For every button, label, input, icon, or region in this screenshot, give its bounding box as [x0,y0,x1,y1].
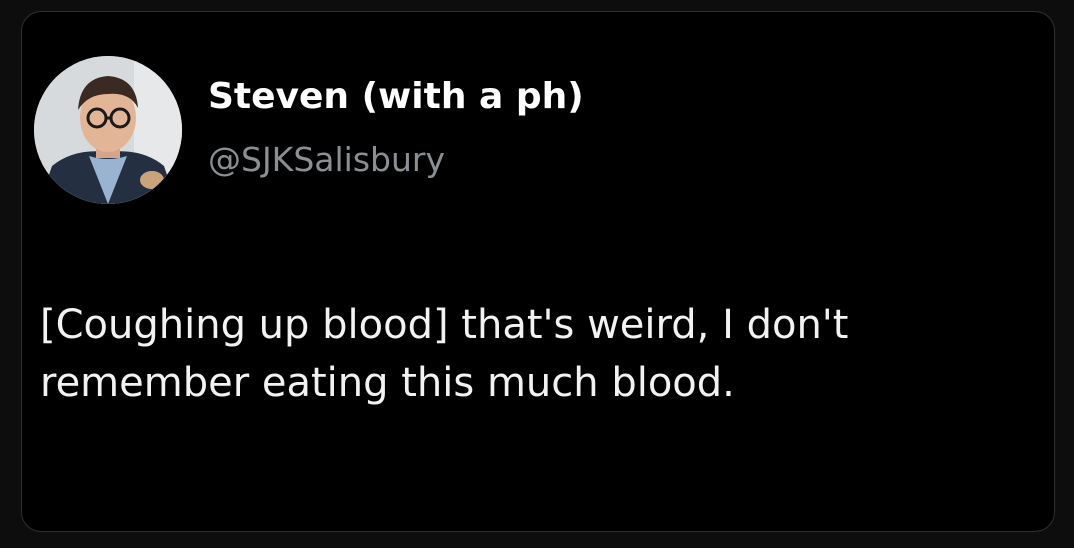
profile-photo-icon [34,56,182,204]
tweet-text-line: remember eating this much blood. [40,360,735,406]
user-handle[interactable]: @SJKSalisbury [208,140,445,180]
tweet-card: Steven (with a ph) @SJKSalisbury [Coughi… [21,11,1055,532]
tweet-text: [Coughing up blood] that's weird, I don'… [40,296,1050,412]
avatar[interactable] [34,56,182,204]
tweet-text-line: [Coughing up blood] that's weird, I don'… [40,302,849,348]
display-name[interactable]: Steven (with a ph) [208,76,584,118]
